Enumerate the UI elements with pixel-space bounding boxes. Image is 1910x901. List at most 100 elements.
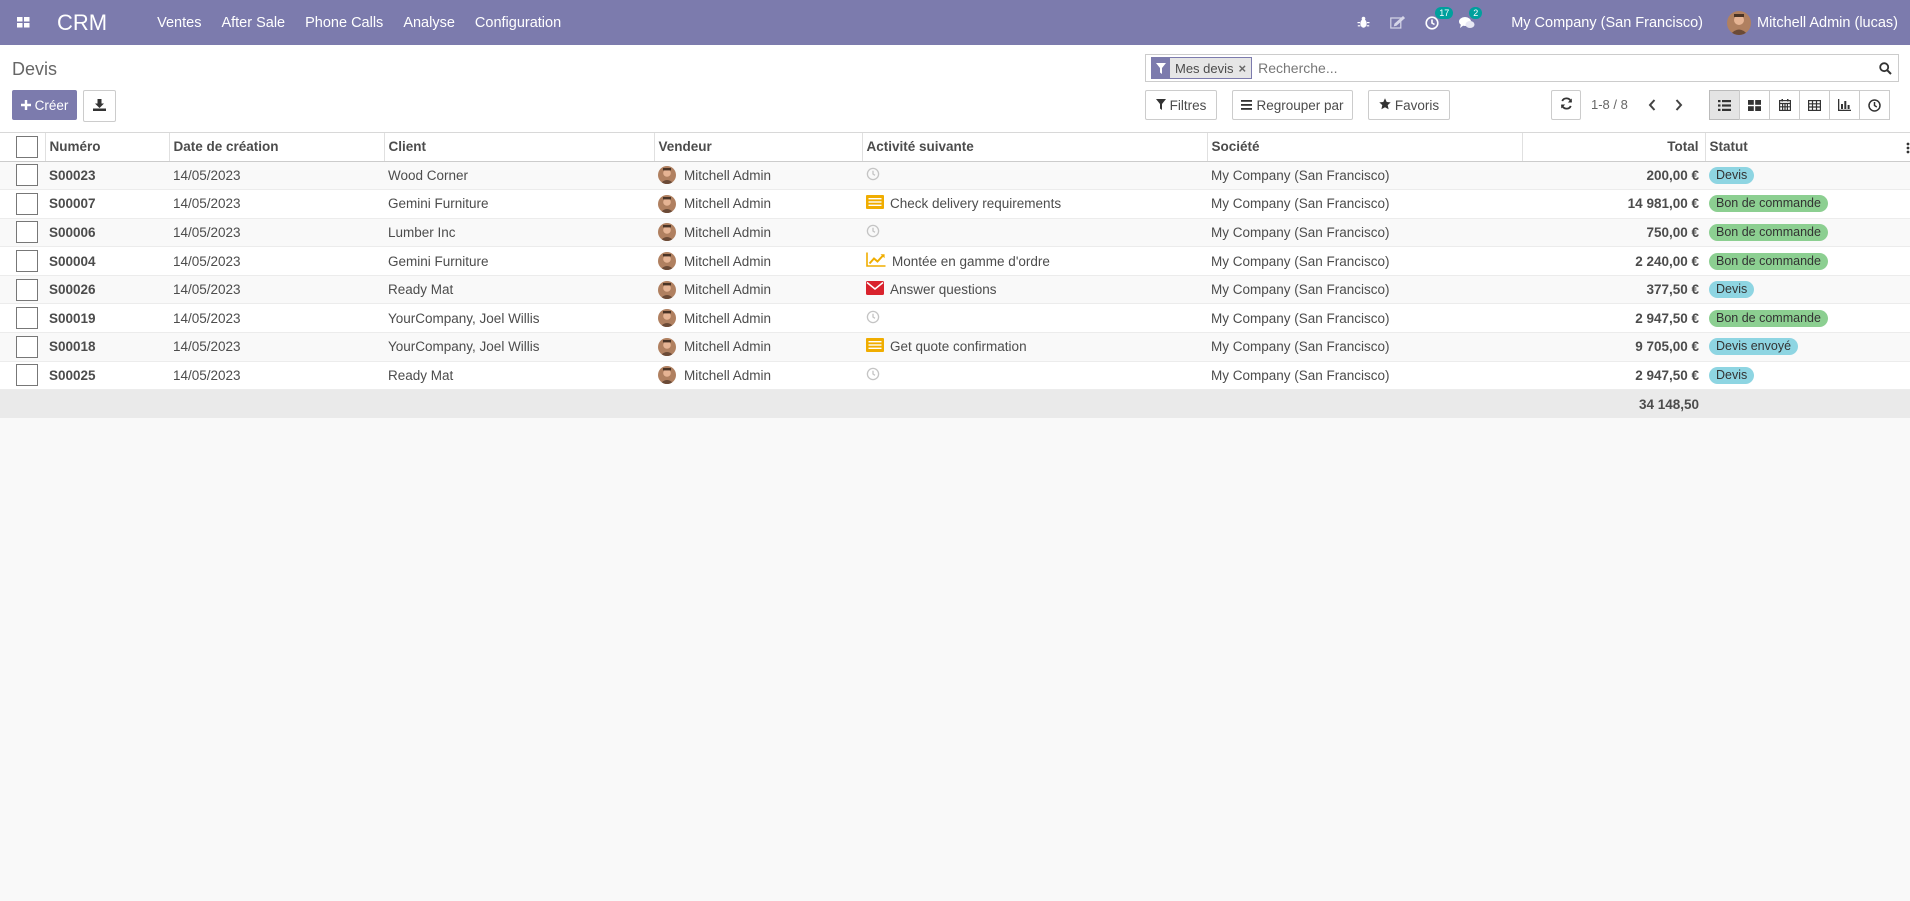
cell-number[interactable]: S00018 bbox=[45, 332, 169, 362]
graph-view-icon[interactable] bbox=[1829, 90, 1860, 120]
filters-label: Filtres bbox=[1169, 97, 1207, 113]
row-checkbox[interactable] bbox=[16, 164, 38, 187]
cell-number[interactable]: S00026 bbox=[45, 275, 169, 305]
todo-icon[interactable] bbox=[866, 338, 884, 355]
row-checkbox[interactable] bbox=[16, 307, 38, 330]
search-icon[interactable] bbox=[1872, 61, 1898, 75]
activity-view-icon[interactable] bbox=[1859, 90, 1890, 120]
table-body: S00023 14/05/2023 Wood Corner Mitchell Admi… bbox=[0, 161, 1910, 391]
apps-grid-icon[interactable] bbox=[13, 13, 33, 33]
kanban-view-icon[interactable] bbox=[1739, 90, 1770, 120]
activity-summary: Get quote confirmation bbox=[890, 339, 1027, 355]
cell-number[interactable]: S00025 bbox=[45, 361, 169, 391]
select-all-checkbox[interactable] bbox=[16, 135, 38, 158]
messages-chat-icon[interactable]: 2 bbox=[1459, 6, 1483, 30]
calendar-view-icon[interactable] bbox=[1769, 90, 1800, 120]
footer-total: 34 148,50 bbox=[1638, 396, 1699, 412]
column-header-number[interactable]: Numéro bbox=[45, 133, 170, 162]
app-brand[interactable]: CRM bbox=[57, 10, 107, 36]
download-button[interactable] bbox=[83, 90, 116, 122]
facet-label: Mes devis bbox=[1175, 60, 1234, 76]
cell-number[interactable]: S00004 bbox=[45, 246, 169, 276]
envelope-icon[interactable] bbox=[866, 281, 884, 298]
column-header-total[interactable]: Total bbox=[1522, 133, 1706, 162]
vendor-avatar[interactable] bbox=[658, 366, 676, 385]
search-bar: Mes devis × bbox=[1145, 54, 1899, 82]
menu-after-sale[interactable]: After Sale bbox=[211, 15, 295, 31]
user-menu[interactable]: Mitchell Admin (lucas) bbox=[1726, 10, 1898, 35]
cell-number[interactable]: S00006 bbox=[45, 218, 169, 248]
vendor-avatar[interactable] bbox=[658, 223, 676, 242]
favorites-button[interactable]: Favoris bbox=[1368, 90, 1450, 120]
table-row[interactable]: S00004 14/05/2023 Gemini Furniture Mitchell… bbox=[0, 246, 1910, 276]
menu-configuration[interactable]: Configuration bbox=[465, 15, 571, 31]
company-switcher[interactable]: My Company (San Francisco) bbox=[1511, 15, 1703, 31]
edit-note-icon[interactable] bbox=[1390, 16, 1406, 29]
table-row[interactable]: S00018 14/05/2023 YourCompany, Joel Willis… bbox=[0, 332, 1910, 362]
menu-analyse[interactable]: Analyse bbox=[393, 15, 465, 31]
cell-number[interactable]: S00007 bbox=[45, 189, 169, 219]
cell-total: 2 947,50 € bbox=[1522, 361, 1705, 391]
cell-client: Ready Mat bbox=[384, 275, 654, 305]
optional-columns-toggle-icon[interactable] bbox=[1906, 141, 1910, 154]
cell-client: Gemini Furniture bbox=[384, 246, 654, 276]
activity-summary: Answer questions bbox=[890, 282, 997, 298]
upsell-chart-icon[interactable] bbox=[866, 252, 886, 270]
column-header-client[interactable]: Client bbox=[384, 133, 655, 162]
menu-ventes[interactable]: Ventes bbox=[147, 15, 211, 31]
clock-icon[interactable] bbox=[866, 310, 880, 327]
bug-icon[interactable] bbox=[1357, 16, 1370, 29]
column-header-next-activity[interactable]: Activité suivante bbox=[862, 133, 1208, 162]
vendor-avatar[interactable] bbox=[658, 337, 676, 356]
group-by-button[interactable]: Regrouper par bbox=[1232, 90, 1353, 120]
pager-value[interactable]: 1-8 / 8 bbox=[1591, 97, 1628, 112]
row-checkbox[interactable] bbox=[16, 192, 38, 215]
row-checkbox[interactable] bbox=[16, 250, 38, 273]
table-row[interactable]: S00026 14/05/2023 Ready Mat Mitchell Admin A… bbox=[0, 275, 1910, 305]
list-view-icon[interactable] bbox=[1709, 90, 1740, 120]
clock-icon[interactable] bbox=[866, 167, 880, 184]
row-checkbox[interactable] bbox=[16, 364, 38, 387]
menu-phone-calls[interactable]: Phone Calls bbox=[295, 15, 393, 31]
vendor-avatar[interactable] bbox=[658, 194, 676, 213]
pager-next-icon[interactable] bbox=[1672, 97, 1686, 113]
column-header-status[interactable]: Statut bbox=[1705, 133, 1910, 162]
cell-status: Bon de commande bbox=[1705, 218, 1910, 248]
vendor-avatar[interactable] bbox=[658, 166, 676, 185]
search-facet-my-quotations[interactable]: Mes devis × bbox=[1151, 57, 1253, 79]
refresh-button[interactable] bbox=[1551, 90, 1581, 120]
activities-clock-icon[interactable]: 17 bbox=[1425, 6, 1454, 30]
filters-button[interactable]: Filtres bbox=[1145, 90, 1217, 120]
pivot-view-icon[interactable] bbox=[1799, 90, 1830, 120]
table-row[interactable]: S00007 14/05/2023 Gemini Furniture Mitchell… bbox=[0, 189, 1910, 219]
table-row[interactable]: S00019 14/05/2023 YourCompany, Joel Willis… bbox=[0, 303, 1910, 334]
vendor-avatar[interactable] bbox=[658, 252, 676, 271]
vendor-avatar[interactable] bbox=[658, 280, 676, 299]
view-switcher bbox=[1709, 90, 1890, 120]
row-checkbox[interactable] bbox=[16, 221, 38, 244]
facet-remove-icon[interactable]: × bbox=[1239, 61, 1252, 76]
row-checkbox[interactable] bbox=[16, 335, 38, 358]
cell-vendor: Mitchell Admin bbox=[654, 332, 862, 362]
column-header-vendor[interactable]: Vendeur bbox=[654, 133, 863, 162]
cell-number[interactable]: S00019 bbox=[45, 303, 169, 334]
pager-previous-icon[interactable] bbox=[1645, 97, 1659, 113]
vendor-name: Mitchell Admin bbox=[684, 282, 772, 298]
search-input[interactable] bbox=[1256, 56, 1872, 80]
vendor-name: Mitchell Admin bbox=[684, 310, 772, 326]
table-row[interactable]: S00006 14/05/2023 Lumber Inc Mitchell Admin… bbox=[0, 218, 1910, 248]
table-row[interactable]: S00023 14/05/2023 Wood Corner Mitchell Admi… bbox=[0, 161, 1910, 191]
row-checkbox[interactable] bbox=[16, 278, 38, 301]
vendor-avatar[interactable] bbox=[658, 309, 676, 328]
cell-number[interactable]: S00023 bbox=[45, 161, 169, 191]
clock-icon[interactable] bbox=[866, 367, 880, 384]
row-select-cell bbox=[0, 361, 45, 391]
create-button[interactable]: Créer bbox=[12, 90, 77, 120]
cell-date: 14/05/2023 bbox=[169, 275, 384, 305]
table-row[interactable]: S00025 14/05/2023 Ready Mat Mitchell Admin M… bbox=[0, 361, 1910, 391]
table-footer-row: 34 148,50 bbox=[0, 389, 1910, 418]
clock-icon[interactable] bbox=[866, 224, 880, 241]
column-header-company[interactable]: Société bbox=[1207, 133, 1523, 162]
todo-icon[interactable] bbox=[866, 195, 884, 212]
column-header-date[interactable]: Date de création bbox=[169, 133, 385, 162]
